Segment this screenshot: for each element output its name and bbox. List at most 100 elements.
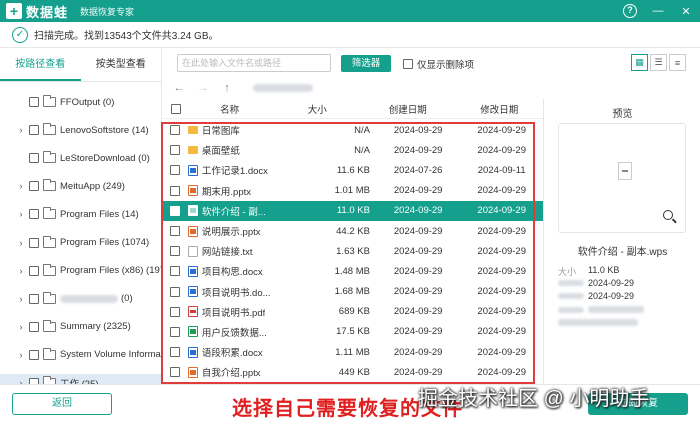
file-row-checkbox[interactable]: [170, 306, 181, 317]
file-row-checkbox[interactable]: [170, 125, 181, 136]
file-row-checkbox[interactable]: [170, 246, 181, 257]
column-header-modified[interactable]: 修改日期: [455, 102, 543, 116]
file-row-select-cell: [167, 347, 184, 358]
column-header-name[interactable]: 名称: [185, 102, 275, 116]
file-row[interactable]: 软件介绍 - 副... 11.0 KB 2024-09-29 2024-09-29: [163, 200, 543, 221]
file-row-checkbox[interactable]: [170, 226, 181, 237]
tree-item-checkbox[interactable]: [29, 237, 39, 248]
file-created-date: 2024-09-29: [393, 185, 443, 197]
pdf-file-icon: [187, 306, 198, 318]
expand-arrow-icon[interactable]: ›: [16, 350, 26, 360]
file-created-date: 2024-09-29: [393, 286, 443, 298]
scan-status-bar: ✓ 扫描完成。找到13543个文件共3.24 GB。: [0, 22, 700, 48]
expand-arrow-icon[interactable]: ›: [16, 209, 26, 219]
expand-arrow-icon[interactable]: ›: [16, 125, 26, 135]
column-header-size[interactable]: 大小: [274, 102, 360, 116]
file-row[interactable]: 语段积累.docx 1.11 MB 2024-09-29 2024-09-29: [163, 342, 543, 362]
tree-item-checkbox[interactable]: [29, 209, 39, 220]
expand-arrow-icon[interactable]: ›: [16, 322, 26, 332]
tree-item-label: Summary (2325): [60, 321, 131, 333]
file-name: 期末用.pptx: [201, 186, 251, 198]
tree-item-checkbox[interactable]: [29, 153, 39, 164]
file-row[interactable]: 项目说明书.do... 1.68 MB 2024-09-29 2024-09-29: [163, 282, 543, 302]
forward-arrow-icon[interactable]: →: [195, 82, 211, 94]
file-row-checkbox[interactable]: [170, 145, 181, 156]
tree-item-checkbox[interactable]: [29, 181, 39, 192]
folder-icon: [43, 179, 56, 192]
select-all-checkbox[interactable]: [170, 103, 181, 114]
file-row[interactable]: 自我介绍.pptx 449 KB 2024-09-29 2024-09-29: [163, 362, 543, 382]
file-name: 项目构思.docx: [201, 267, 263, 279]
tree-item[interactable]: › MeituApp (249): [0, 177, 125, 195]
preview-created-row: 2024-09-29: [558, 278, 634, 288]
file-row-select-cell: [167, 367, 184, 378]
file-name-cell: 工作记录1.docx: [184, 163, 308, 177]
file-modified-date: 2024-09-11: [477, 164, 526, 176]
expand-arrow-icon[interactable]: ›: [16, 266, 26, 276]
close-button[interactable]: ✕: [676, 3, 696, 19]
tree-item[interactable]: › (0): [0, 290, 133, 308]
expand-arrow-icon[interactable]: ›: [16, 181, 26, 191]
expand-arrow-icon[interactable]: ›: [16, 238, 26, 248]
grid-view-button[interactable]: ▦: [631, 54, 648, 71]
tree-item[interactable]: › Program Files (14): [0, 205, 139, 223]
only-deleted-label: 仅显示删除项: [417, 60, 475, 71]
file-name-cell: 项目构思.docx: [184, 264, 308, 278]
zoom-button[interactable]: [663, 210, 679, 226]
file-row[interactable]: 项目构思.docx 1.48 MB 2024-09-29 2024-09-29: [163, 261, 543, 281]
filter-button[interactable]: 筛选器: [341, 55, 391, 72]
tree-item[interactable]: › Summary (2325): [0, 318, 131, 336]
file-row[interactable]: 工作记录1.docx 11.6 KB 2024-07-26 2024-09-11: [163, 160, 543, 180]
expand-arrow-icon[interactable]: ›: [16, 294, 26, 304]
file-row[interactable]: 说明展示.pptx 44.2 KB 2024-09-29 2024-09-29: [163, 221, 543, 241]
tree-item[interactable]: ›工作 (25): [0, 374, 161, 384]
column-header-created[interactable]: 创建日期: [360, 102, 455, 116]
preview-created-value: 2024-09-29: [588, 278, 635, 288]
help-button[interactable]: ?: [620, 3, 640, 19]
tree-item[interactable]: › Program Files (1074): [0, 234, 149, 252]
file-row-checkbox[interactable]: [170, 367, 181, 378]
file-row[interactable]: 日常图库 N/A 2024-09-29 2024-09-29: [163, 120, 543, 140]
tree-item-checkbox[interactable]: [29, 125, 39, 136]
detail-view-button[interactable]: ≡: [669, 54, 686, 71]
file-row-checkbox[interactable]: [170, 185, 181, 196]
tree-item[interactable]: LeStoreDownload (0): [0, 149, 150, 167]
file-row-checkbox[interactable]: [170, 165, 181, 176]
tree-item[interactable]: › Program Files (x86) (1976: [0, 262, 161, 280]
back-button[interactable]: 返回: [12, 393, 112, 415]
tree-item-checkbox[interactable]: [29, 265, 39, 276]
file-row-checkbox[interactable]: [170, 326, 181, 337]
file-row-checkbox[interactable]: [170, 266, 181, 277]
file-row[interactable]: 期末用.pptx 1.01 MB 2024-09-29 2024-09-29: [163, 181, 543, 201]
list-view-button[interactable]: ☰: [650, 54, 667, 71]
file-row-select-cell: [167, 306, 184, 317]
file-row-checkbox[interactable]: [170, 205, 181, 216]
tree-item-checkbox[interactable]: [29, 349, 39, 360]
file-row-checkbox[interactable]: [170, 347, 181, 358]
file-row[interactable]: 网站链接.txt 1.63 KB 2024-09-29 2024-09-29: [163, 241, 543, 261]
file-row[interactable]: 桌面壁纸 N/A 2024-09-29 2024-09-29: [163, 140, 543, 160]
only-deleted-checkbox[interactable]: [403, 59, 413, 69]
preview-modified-row: 2024-09-29: [558, 291, 634, 301]
file-row-select-cell: [167, 326, 184, 337]
search-input[interactable]: 在此处输入文件名或路径: [177, 54, 331, 72]
tree-item[interactable]: › LenovoSoftstore (14): [0, 121, 149, 139]
file-created-date: 2024-09-29: [393, 225, 443, 237]
file-name-cell: 用户反馈数据...: [184, 325, 308, 339]
tree-item-checkbox[interactable]: [29, 321, 39, 332]
file-row[interactable]: 用户反馈数据... 17.5 KB 2024-09-29 2024-09-29: [163, 322, 543, 342]
tree-item-checkbox[interactable]: [29, 293, 39, 304]
file-row-checkbox[interactable]: [170, 286, 181, 297]
tree-item-checkbox[interactable]: [29, 97, 39, 107]
back-arrow-icon[interactable]: ←: [171, 82, 187, 94]
minimize-button[interactable]: —: [648, 3, 668, 19]
tab-by-type[interactable]: 按类型查看: [81, 48, 162, 81]
file-name: 用户反馈数据...: [201, 327, 267, 339]
tree-item[interactable]: FFOutput (0): [0, 93, 114, 111]
file-row[interactable]: 项目说明书.pdf 689 KB 2024-09-29 2024-09-29: [163, 302, 543, 322]
only-deleted-toggle[interactable]: 仅显示删除项: [403, 57, 474, 71]
tab-by-path[interactable]: 按路径查看: [0, 48, 81, 81]
tree-item[interactable]: › System Volume Informat: [0, 346, 161, 364]
up-arrow-icon[interactable]: ↑: [219, 82, 235, 94]
file-row-select-cell: [167, 205, 184, 216]
